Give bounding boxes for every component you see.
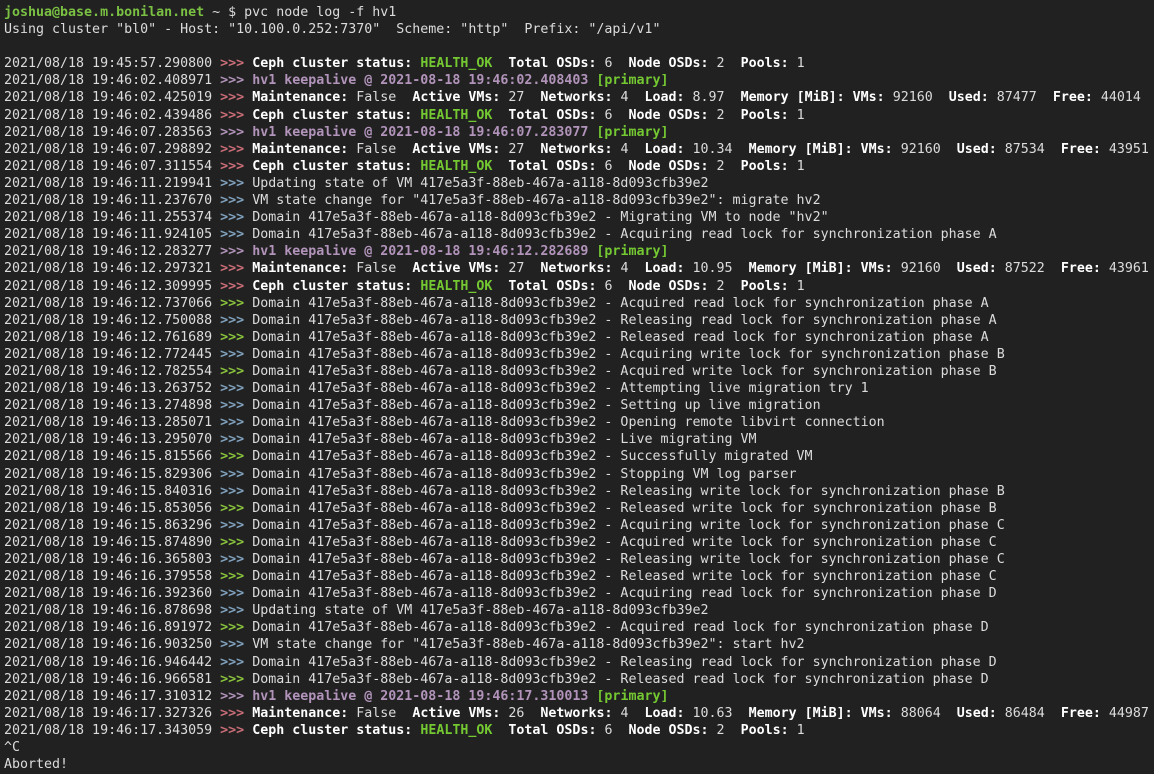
cluster-info-line: Using cluster "bl0" - Host: "10.100.0.25… bbox=[4, 21, 1154, 38]
log-lines: 2021/08/18 19:45:57.290800 >>> Ceph clus… bbox=[4, 55, 1154, 739]
prompt-path: ~ $ bbox=[204, 5, 244, 20]
log-line-ceph: 2021/08/18 19:46:17.343059 >>> Ceph clus… bbox=[4, 722, 1154, 739]
log-line-ceph: 2021/08/18 19:46:07.311554 >>> Ceph clus… bbox=[4, 158, 1154, 175]
log-line-plain: 2021/08/18 19:46:15.829306 >>> Domain 41… bbox=[4, 466, 1154, 483]
prompt-command: pvc node log -f hv1 bbox=[244, 5, 396, 20]
log-line-plain: 2021/08/18 19:46:13.274898 >>> Domain 41… bbox=[4, 397, 1154, 414]
log-line-plain: 2021/08/18 19:46:12.761689 >>> Domain 41… bbox=[4, 329, 1154, 346]
log-line-keepalive: 2021/08/18 19:46:12.283277 >>> hv1 keepa… bbox=[4, 243, 1154, 260]
log-line-plain: 2021/08/18 19:46:15.840316 >>> Domain 41… bbox=[4, 483, 1154, 500]
log-line-ceph: 2021/08/18 19:46:02.439486 >>> Ceph clus… bbox=[4, 107, 1154, 124]
log-line-plain: 2021/08/18 19:46:16.891972 >>> Domain 41… bbox=[4, 619, 1154, 636]
log-line-plain: 2021/08/18 19:46:11.924105 >>> Domain 41… bbox=[4, 226, 1154, 243]
log-line-plain: 2021/08/18 19:46:16.966581 >>> Domain 41… bbox=[4, 671, 1154, 688]
log-line-plain: 2021/08/18 19:46:12.737066 >>> Domain 41… bbox=[4, 295, 1154, 312]
prompt-line: joshua@base.m.bonilan.net ~ $ pvc node l… bbox=[4, 4, 1154, 21]
log-line-keepalive: 2021/08/18 19:46:07.283563 >>> hv1 keepa… bbox=[4, 124, 1154, 141]
log-line-maintenance: 2021/08/18 19:46:17.327326 >>> Maintenan… bbox=[4, 705, 1154, 722]
log-line-plain: 2021/08/18 19:46:15.815566 >>> Domain 41… bbox=[4, 448, 1154, 465]
log-line-keepalive: 2021/08/18 19:46:02.408971 >>> hv1 keepa… bbox=[4, 72, 1154, 89]
log-line-plain: 2021/08/18 19:46:15.853056 >>> Domain 41… bbox=[4, 500, 1154, 517]
log-line-plain: 2021/08/18 19:46:11.219941 >>> Updating … bbox=[4, 175, 1154, 192]
log-line-plain: 2021/08/18 19:46:11.255374 >>> Domain 41… bbox=[4, 209, 1154, 226]
log-line-plain: 2021/08/18 19:46:12.772445 >>> Domain 41… bbox=[4, 346, 1154, 363]
log-line-plain: 2021/08/18 19:46:13.285071 >>> Domain 41… bbox=[4, 414, 1154, 431]
log-line-maintenance: 2021/08/18 19:46:07.298892 >>> Maintenan… bbox=[4, 141, 1154, 158]
log-line-plain: 2021/08/18 19:46:13.263752 >>> Domain 41… bbox=[4, 380, 1154, 397]
log-line-plain: 2021/08/18 19:46:16.903250 >>> VM state … bbox=[4, 636, 1154, 653]
log-line-keepalive: 2021/08/18 19:46:17.310312 >>> hv1 keepa… bbox=[4, 688, 1154, 705]
log-line-plain: 2021/08/18 19:46:16.379558 >>> Domain 41… bbox=[4, 568, 1154, 585]
log-line-plain: 2021/08/18 19:46:16.365803 >>> Domain 41… bbox=[4, 551, 1154, 568]
log-line-plain: 2021/08/18 19:46:16.946442 >>> Domain 41… bbox=[4, 654, 1154, 671]
blank-line bbox=[4, 38, 1154, 55]
log-line-ceph: 2021/08/18 19:45:57.290800 >>> Ceph clus… bbox=[4, 55, 1154, 72]
log-line-maintenance: 2021/08/18 19:46:02.425019 >>> Maintenan… bbox=[4, 89, 1154, 106]
log-line-ceph: 2021/08/18 19:46:12.309995 >>> Ceph clus… bbox=[4, 278, 1154, 295]
log-line-maintenance: 2021/08/18 19:46:12.297321 >>> Maintenan… bbox=[4, 260, 1154, 277]
log-line-plain: 2021/08/18 19:46:15.874890 >>> Domain 41… bbox=[4, 534, 1154, 551]
aborted-line: Aborted! bbox=[4, 756, 1154, 773]
prompt-user-host: joshua@base.m.bonilan.net bbox=[4, 5, 204, 20]
log-line-plain: 2021/08/18 19:46:16.878698 >>> Updating … bbox=[4, 602, 1154, 619]
log-line-plain: 2021/08/18 19:46:16.392360 >>> Domain 41… bbox=[4, 585, 1154, 602]
log-line-plain: 2021/08/18 19:46:11.237670 >>> VM state … bbox=[4, 192, 1154, 209]
log-line-plain: 2021/08/18 19:46:13.295070 >>> Domain 41… bbox=[4, 431, 1154, 448]
terminal-window: joshua@base.m.bonilan.net ~ $ pvc node l… bbox=[0, 0, 1154, 773]
interrupt-line: ^C bbox=[4, 739, 1154, 756]
log-line-plain: 2021/08/18 19:46:15.863296 >>> Domain 41… bbox=[4, 517, 1154, 534]
log-line-plain: 2021/08/18 19:46:12.750088 >>> Domain 41… bbox=[4, 312, 1154, 329]
log-line-plain: 2021/08/18 19:46:12.782554 >>> Domain 41… bbox=[4, 363, 1154, 380]
